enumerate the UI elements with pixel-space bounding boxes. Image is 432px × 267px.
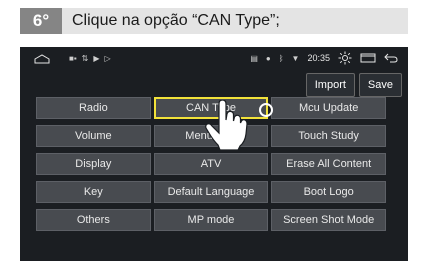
menu-item-label: ATV — [200, 158, 222, 170]
save-button[interactable]: Save — [358, 73, 402, 97]
menu-item-mp-mode[interactable]: MP mode — [153, 209, 269, 231]
menu-item-label: Volume — [74, 130, 112, 142]
menu-item-label: Erase All Content — [286, 158, 372, 170]
back-icon[interactable] — [384, 53, 398, 63]
menu-item-label: Radio — [78, 102, 108, 114]
menu-item-key[interactable]: Key — [36, 181, 151, 203]
device-screen: ■▪ ⇅ ▶ ▷ ▤ ● ᛒ ▼ 20:35 Import Save Radio… — [20, 47, 408, 261]
toolbar: Import Save — [305, 73, 402, 97]
menu-item-display[interactable]: Display — [36, 153, 151, 175]
menu-item-label: Mcu Update — [299, 102, 359, 114]
location-icon: ● — [265, 53, 271, 63]
step-number-badge: 6° — [20, 8, 62, 34]
menu-item-touch-study[interactable]: Touch Study — [271, 125, 386, 147]
bluetooth-icon: ᛒ — [278, 53, 284, 63]
menu-item-label: Default Language — [167, 186, 255, 198]
clock: 20:35 — [307, 53, 330, 63]
touch-indicator-icon — [258, 103, 273, 117]
wifi-icon: ▼ — [291, 53, 300, 63]
menu-item-label: Touch Study — [298, 130, 359, 142]
play-outline-icon: ▷ — [104, 53, 111, 63]
home-outline-icon[interactable] — [34, 53, 50, 63]
brightness-icon[interactable] — [338, 51, 352, 65]
menu-item-label: Display — [75, 158, 112, 170]
sim-icon: ▤ — [250, 53, 258, 63]
menu-item-default-language[interactable]: Default Language — [153, 181, 269, 203]
status-bar-left: ■▪ ⇅ ▶ ▷ — [34, 54, 111, 63]
menu-item-radio[interactable]: Radio — [36, 97, 151, 119]
menu-item-label: Key — [83, 186, 103, 198]
menu-item-screen-shot-mode[interactable]: Screen Shot Mode — [271, 209, 386, 231]
import-button[interactable]: Import — [305, 73, 355, 97]
menu-item-volume[interactable]: Volume — [36, 125, 151, 147]
menu-item-label: MP mode — [187, 214, 235, 226]
media-icon: ■▪ — [69, 53, 77, 63]
step-header: 6° Clique na opção “CAN Type”; — [20, 8, 408, 34]
menu-item-label: Others — [76, 214, 110, 226]
status-bar: ■▪ ⇅ ▶ ▷ ▤ ● ᛒ ▼ 20:35 — [20, 47, 408, 69]
menu-item-others[interactable]: Others — [36, 209, 151, 231]
recents-icon[interactable] — [360, 53, 376, 63]
menu-item-boot-logo[interactable]: Boot Logo — [271, 181, 386, 203]
play-icon: ▶ — [93, 53, 100, 63]
step-instruction: Clique na opção “CAN Type”; — [72, 12, 280, 29]
menu-item-mcu-update[interactable]: Mcu Update — [271, 97, 386, 119]
menu-item-atv[interactable]: ATV — [153, 153, 269, 175]
menu-item-label: Boot Logo — [303, 186, 354, 198]
usb-icon: ⇅ — [81, 53, 89, 63]
pointing-hand-icon — [205, 100, 248, 150]
menu-item-erase-all-content[interactable]: Erase All Content — [271, 153, 386, 175]
status-bar-right: ▤ ● ᛒ ▼ 20:35 — [250, 47, 398, 69]
menu-item-label: Screen Shot Mode — [283, 214, 375, 226]
